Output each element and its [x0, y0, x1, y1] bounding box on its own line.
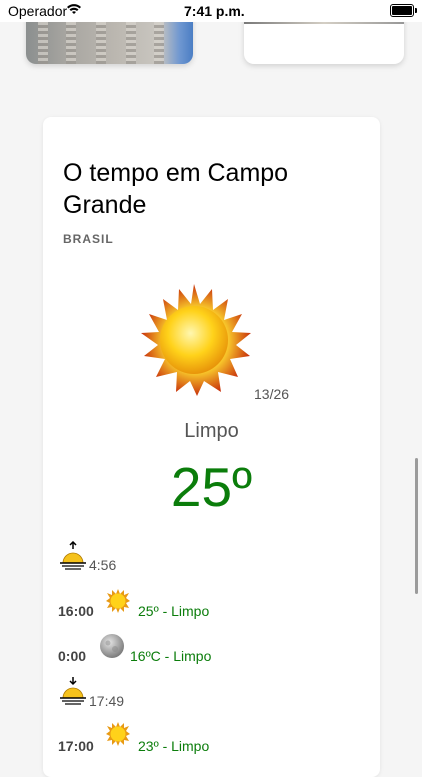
scrollbar[interactable]: [415, 458, 418, 594]
forecast-row: 0:00 16ºC - Limpo: [58, 632, 358, 664]
forecast-time: 16:00: [58, 603, 94, 619]
forecast-row: 17:00 23º - Limpo: [58, 721, 358, 754]
min-max-temp: 13/26: [254, 386, 290, 402]
weather-card: O tempo em Campo Grande BRASIL 13/26 Lim…: [43, 117, 380, 777]
forecast-row: 16:00 25º - Limpo: [58, 588, 358, 619]
carrier-label: Operador: [8, 3, 68, 19]
sunset-icon: [60, 677, 86, 705]
status-bar: Operador 7:41 p.m.: [0, 0, 422, 22]
forecast-description: 25º - Limpo: [138, 603, 210, 619]
country-label: BRASIL: [63, 232, 114, 246]
forecast-time: 17:00: [58, 738, 94, 754]
battery-icon: [390, 4, 417, 17]
wifi-icon: [67, 4, 81, 14]
clock-time: 7:41 p.m.: [184, 3, 245, 19]
condition-label: Limpo: [184, 420, 239, 442]
forecast-time: 0:00: [58, 648, 87, 664]
sun-icon: [106, 589, 130, 613]
sun-icon: [141, 284, 251, 396]
sunrise-row: 4:56: [58, 541, 178, 573]
moon-icon: [100, 634, 124, 658]
sunrise-time: 4:56: [89, 557, 117, 573]
sunset-time: 17:49: [89, 693, 125, 709]
current-temperature: 25º: [170, 456, 253, 518]
forecast-description: 16ºC - Limpo: [130, 648, 212, 664]
sunset-row: 17:49: [58, 676, 178, 709]
sun-icon: [106, 722, 130, 746]
sunrise-icon: [60, 541, 86, 570]
forecast-description: 23º - Limpo: [138, 738, 210, 754]
weather-title: O tempo em Campo Grande: [63, 159, 289, 219]
